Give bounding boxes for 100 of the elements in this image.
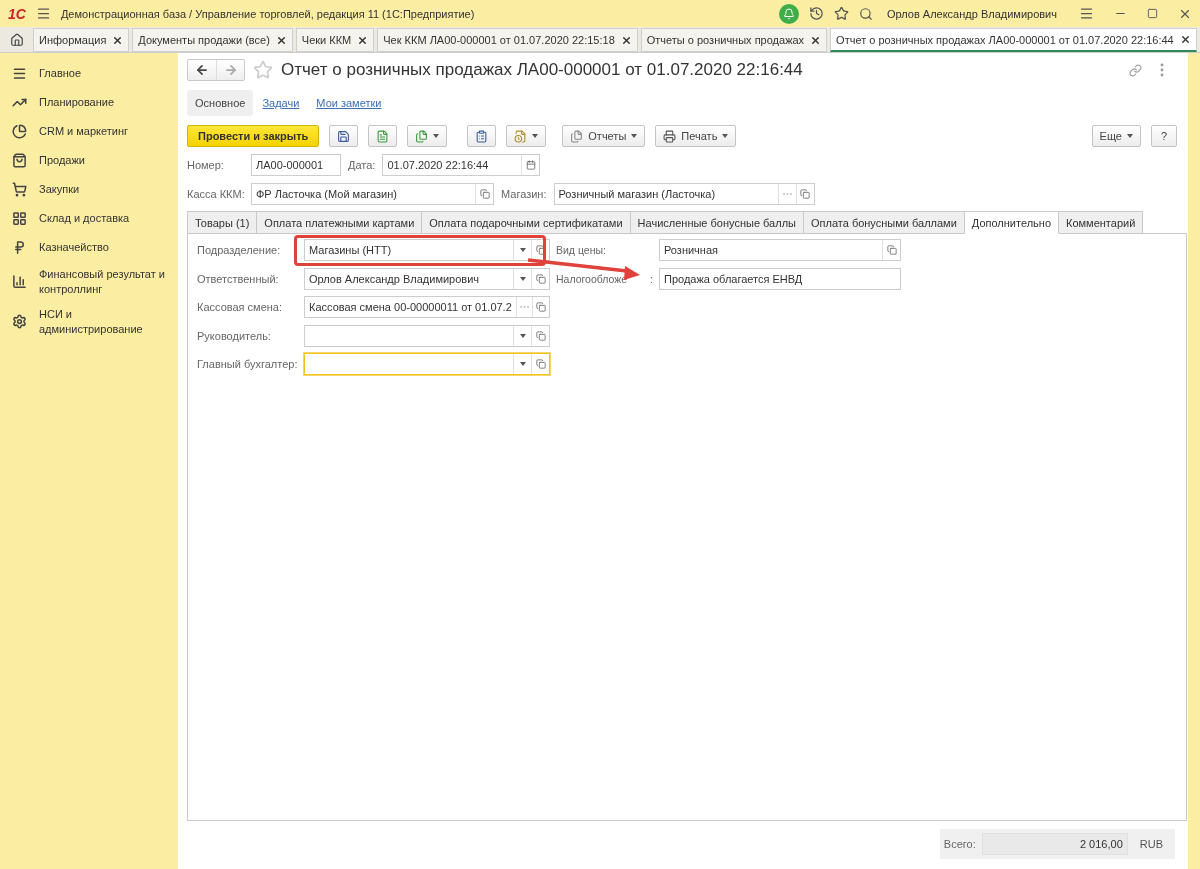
input-field[interactable]: [304, 353, 550, 375]
star-icon[interactable]: [833, 6, 849, 21]
input-field[interactable]: Кассовая смена 00-00000011 от 01.07.2: [304, 296, 550, 318]
input-field[interactable]: Орлов Александр Владимирович: [304, 267, 550, 290]
ruble-icon: [12, 240, 27, 255]
input-field[interactable]: ФР Ласточка (Мой магазин): [251, 183, 494, 205]
reports-icon: [570, 129, 584, 143]
search-icon[interactable]: [858, 6, 873, 21]
caret-icon: [722, 134, 729, 138]
close-icon[interactable]: [357, 34, 369, 46]
tab-label: Информация: [39, 34, 107, 46]
open-button[interactable]: [531, 354, 549, 374]
journal-button[interactable]: [467, 125, 497, 147]
sidebar-item[interactable]: Казначейство: [0, 233, 178, 262]
link-icon[interactable]: [1129, 63, 1142, 77]
window-tab[interactable]: Чеки ККМ: [295, 28, 375, 52]
grid-icon: [12, 211, 27, 226]
close-icon[interactable]: [620, 34, 632, 46]
sidebar-item[interactable]: Финансовый результат и контроллинг: [0, 262, 178, 302]
input-field[interactable]: Розничная: [659, 239, 901, 261]
window-tab[interactable]: Отчеты о розничных продажах: [640, 28, 828, 52]
sidebar-item[interactable]: Главное: [0, 59, 178, 88]
help-button[interactable]: ?: [1151, 125, 1177, 147]
section-link[interactable]: Мои заметки: [308, 90, 390, 116]
open-button[interactable]: [882, 240, 900, 260]
sidebar-label: Планирование: [39, 95, 115, 110]
sidebar-item[interactable]: CRM и маркетинг: [0, 117, 178, 146]
field-label: Дата:: [348, 159, 376, 171]
close-icon[interactable]: [810, 34, 822, 46]
open-button[interactable]: [532, 297, 549, 317]
open-button[interactable]: [531, 268, 549, 289]
history-button[interactable]: [506, 125, 547, 147]
form-tab[interactable]: Комментарий: [1058, 211, 1144, 234]
open-icon: [535, 245, 546, 255]
post-button[interactable]: [368, 125, 398, 147]
close-icon[interactable]: [275, 34, 287, 46]
tab-label: Чек ККМ ЛА00-000001 от 01.07.2020 22:15:18: [383, 34, 615, 46]
favorite-star-icon[interactable]: [253, 60, 273, 80]
forward-icon: [223, 63, 238, 77]
history-icon[interactable]: [808, 6, 824, 21]
window-tab[interactable]: Документы продажи (все): [132, 28, 293, 52]
tab-label: Отчет о розничных продажах ЛА00-000001 от 01.07.2020 22:16:44: [836, 33, 1174, 46]
sidebar-item[interactable]: Закупки: [0, 175, 178, 204]
total-label: Всего:: [943, 838, 976, 850]
print-button[interactable]: Печать: [655, 125, 737, 147]
input-field[interactable]: Магазины (НТТ): [304, 239, 550, 261]
save-button[interactable]: [329, 125, 359, 147]
document-icon: [376, 129, 390, 143]
field-label: Руководитель:: [197, 329, 272, 342]
form-tab[interactable]: Дополнительно: [963, 211, 1059, 234]
tab-label: Отчеты о розничных продажах: [646, 34, 805, 46]
form-tab[interactable]: Оплата платежными картами: [256, 211, 423, 234]
more-button[interactable]: Еще: [1091, 125, 1141, 147]
label-colon: :: [650, 272, 653, 285]
input-field[interactable]: 01.07.2020 22:16:44: [382, 154, 541, 176]
open-button[interactable]: [475, 184, 493, 204]
document-clock-icon: [514, 129, 528, 143]
menu-icon[interactable]: [35, 6, 51, 21]
form-tab[interactable]: Оплата бонусными баллами: [803, 211, 965, 234]
notification-button[interactable]: [778, 3, 799, 24]
bell-icon: [782, 7, 795, 20]
open-icon: [535, 330, 546, 341]
close-icon[interactable]: [112, 34, 124, 46]
sidebar-label: Финансовый результат и контроллинг: [39, 267, 166, 297]
open-button[interactable]: [531, 325, 549, 346]
window-tab[interactable]: Чек ККМ ЛА00-000001 от 01.07.2020 22:15:18: [377, 28, 638, 52]
settings-menu-icon[interactable]: [1079, 6, 1094, 21]
form-tab[interactable]: Товары (1): [187, 211, 258, 234]
sidebar-item[interactable]: НСИ и администрирование: [0, 301, 178, 342]
sidebar-item[interactable]: Склад и доставка: [0, 204, 178, 233]
section-link[interactable]: Основное: [187, 90, 254, 116]
tab-label: Документы продажи (все): [138, 34, 270, 46]
maximize-icon[interactable]: [1147, 8, 1158, 19]
sidebar-label: Склад и доставка: [39, 211, 130, 226]
sidebar-item[interactable]: Продажи: [0, 146, 178, 175]
total-field: 2 016,00: [981, 833, 1128, 855]
currency-label: RUB: [1139, 838, 1163, 850]
sidebar-item[interactable]: Планирование: [0, 88, 178, 117]
input-field[interactable]: ЛА00-000001: [251, 154, 341, 176]
form-tab[interactable]: Оплата подарочными сертификатами: [421, 211, 631, 234]
post-and-close-button[interactable]: Провести и закрыть: [187, 125, 320, 147]
caret-icon: [519, 276, 526, 281]
more-icon[interactable]: [1160, 63, 1164, 77]
open-icon: [800, 189, 810, 199]
sidebar-label: Казначейство: [39, 240, 109, 255]
reports-button[interactable]: Отчеты: [562, 125, 646, 147]
input-field[interactable]: Продажа облагается ЕНВД: [659, 267, 901, 290]
input-field[interactable]: [304, 324, 550, 347]
create-based-button[interactable]: [407, 125, 448, 147]
user-name[interactable]: Орлов Александр Владимирович: [886, 7, 1057, 20]
documents-icon: [415, 129, 429, 143]
input-field[interactable]: Розничный магазин (Ласточка): [553, 183, 815, 205]
field-label: Касса ККМ:: [187, 188, 244, 200]
window-tab[interactable]: Отчет о розничных продажах ЛА00-000001 от 01.07.2020 22:16:44: [830, 28, 1197, 52]
window-tab[interactable]: Информация: [33, 28, 130, 52]
form-tab[interactable]: Начисленные бонусные баллы: [629, 211, 804, 234]
open-icon: [536, 302, 547, 312]
close-icon[interactable]: [1179, 34, 1191, 45]
section-link[interactable]: Задачи: [254, 90, 308, 116]
open-icon: [535, 273, 546, 284]
